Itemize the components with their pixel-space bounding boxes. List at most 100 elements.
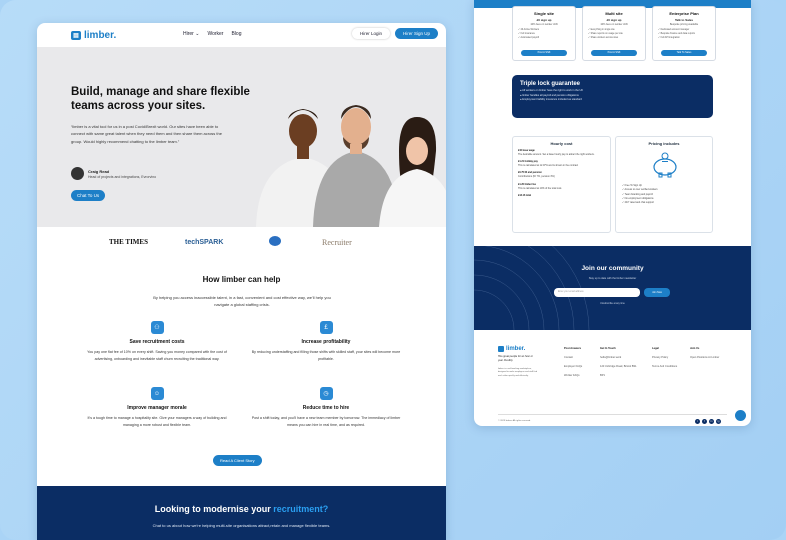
the-times-logo: THE TIMES: [109, 238, 148, 246]
hourly-cost-card: Hourly cost £10 base wage The desirable a…: [512, 136, 611, 233]
footer-link[interactable]: Terms And Conditions: [652, 365, 677, 368]
logo-icon: [498, 346, 504, 352]
plan-card-single-site: Single site £0 sign up 10% fees on worke…: [512, 6, 576, 61]
cost-line: £0.75 NI and pension Contributions (NI 7%…: [518, 171, 555, 179]
feature-desc: Post a shift today, and you'll have a ne…: [251, 416, 401, 427]
team-icon: ⚇: [150, 321, 164, 334]
feature-desc: You pay one flat fee of 10% on every shi…: [87, 350, 227, 361]
feature-title: Increase profitability: [301, 339, 351, 345]
footer-link[interactable]: Employer FAQs: [564, 365, 582, 368]
person-name: Craig Read: [88, 168, 110, 174]
social-links: t f in ig: [695, 419, 721, 424]
plan-name: Multi site: [605, 11, 623, 16]
site-footer: limber. Hire great people for an hour or…: [474, 330, 751, 426]
newsletter-email-input[interactable]: Enter your email address: [554, 288, 640, 297]
avatar: [71, 167, 84, 180]
footer-col-post-answers: Post Answers Contact Employer FAQs Worke…: [564, 347, 583, 377]
person-role: Head of projects and integrations, Evror…: [88, 174, 157, 179]
landing-page-preview: ▤ limber. Hirer ⌄ Worker Blog Hirer Login…: [37, 23, 446, 540]
hirer-login-button[interactable]: Hirer Login: [351, 28, 390, 39]
smiley-icon: ☺: [150, 387, 164, 400]
linkedin-icon[interactable]: in: [709, 419, 714, 424]
footer-link[interactable]: hello@limber.work: [600, 356, 637, 359]
pricing-plans: Single site £0 sign up 10% fees on worke…: [512, 6, 716, 61]
top-nav: ▤ limber. Hirer ⌄ Worker Blog Hirer Login…: [37, 23, 446, 47]
plan-name: Enterprise Plan: [669, 11, 699, 16]
feature-time-to-hire: ◷ Reduce time to hire Post a shift today…: [251, 387, 401, 429]
hero-section: Build, manage and share flexible teams a…: [37, 47, 446, 227]
plan-price: £0 sign up: [606, 18, 622, 22]
footer-link[interactable]: Worker FAQs: [564, 374, 582, 377]
cost-line: £1.20 limber fee This is calculated at 10…: [518, 182, 562, 190]
triple-lock-guarantee: Triple lock guarantee ● All workers on l…: [512, 75, 713, 118]
nav-blog[interactable]: Blog: [231, 31, 241, 37]
brand-logo[interactable]: ▤ limber.: [71, 30, 116, 41]
community-title: Join our community: [581, 265, 644, 272]
chat-to-us-button[interactable]: Chat To Us: [71, 190, 106, 201]
footer-tagline: Hire great people for an hour or year. F…: [498, 355, 533, 362]
recruiter-logo: Recruiter: [322, 237, 352, 247]
footer-col-legal: Legal Privacy Policy Terms And Condition…: [652, 347, 678, 368]
footer-col-join-us: Join Us Open Positions At Limber: [690, 347, 720, 359]
hero-quote: “limber is a vital tool for us in a post…: [71, 124, 222, 144]
feature-save-costs: ⚇ Save recruitment costs You pay one fla…: [82, 321, 232, 363]
plan-features: ✓ Everything in single site ✓ Share repor…: [588, 29, 623, 40]
guarantee-items: ● All workers on limber have the right t…: [520, 89, 584, 102]
plan-sub: 10% fees on worker shift: [600, 23, 628, 26]
plan-card-multi-site: Multi site £0 sign up 10% fees on worker…: [582, 6, 646, 61]
feature-profitability: £ Increase profitability By reducing und…: [251, 321, 401, 363]
post-shift-button[interactable]: Post A Shift: [591, 50, 637, 56]
feature-title: Improve manager morale: [127, 405, 187, 411]
pound-icon: £: [319, 321, 333, 334]
nav-hirer[interactable]: Hirer ⌄: [183, 31, 199, 37]
piggy-bank-icon: [653, 152, 677, 178]
cost-line: £1.21 holiday pay This is calculated at 1…: [518, 160, 579, 168]
read-client-story-button[interactable]: Read A Client Story: [213, 455, 262, 466]
section-subtitle: By helping you access inaccessible talen…: [153, 295, 331, 307]
pricing-includes-card: Pricing includes ✓ Free To Sign Up ✓ Acc…: [615, 136, 713, 233]
pricing-items: ✓ Free To Sign Up ✓ Access to over verif…: [622, 184, 658, 205]
footer-link[interactable]: Privacy Policy: [652, 356, 677, 359]
stopwatch-icon: ◷: [319, 387, 333, 400]
guarantee-title: Triple lock guarantee: [520, 81, 581, 87]
plan-price: Talk to Sales: [674, 18, 694, 22]
feature-title: Save recruitment costs: [129, 339, 185, 345]
logo-icon: ▤: [71, 30, 81, 40]
pricing-page-preview: Single site £0 sign up 10% fees on worke…: [474, 0, 751, 426]
feature-desc: It's a tough time to manage a hospitalit…: [87, 416, 227, 427]
plan-features: ✓ 20 Active Workers ✓ Full insurance ✓ Aut…: [518, 29, 540, 40]
footer-description: limber is a self-working marketplace, de…: [498, 368, 538, 377]
post-shift-button[interactable]: Post A Shift: [521, 50, 567, 56]
badge-logo-icon: [269, 236, 281, 246]
footer-logo[interactable]: limber.: [498, 346, 525, 352]
community-subtitle: Stay up to date with the limber newslett…: [588, 277, 637, 280]
modernise-cta-banner: Looking to modernise your recruitment? C…: [37, 486, 446, 540]
nav-worker[interactable]: Worker: [207, 31, 223, 37]
logo-text: limber.: [84, 29, 117, 41]
twitter-icon[interactable]: t: [695, 419, 700, 424]
unsubscribe-note: Unsubscribe at any time: [600, 303, 625, 305]
footer-link[interactable]: Contact: [564, 356, 582, 359]
cost-line: £10 base wage The desirable amount. Set a…: [518, 149, 595, 157]
plan-price: £0 sign up: [536, 18, 552, 22]
plan-card-enterprise: Enterprise Plan Talk to Sales Bespoke pr…: [652, 6, 716, 61]
plan-sub: 10% fees on worker shift: [530, 23, 558, 26]
techspark-logo: techSPARK: [185, 238, 224, 246]
hero-title: Build, manage and share flexible teams a…: [71, 86, 250, 112]
feature-title: Reduce time to hire: [302, 405, 350, 411]
feature-morale: ☺ Improve manager morale It's a tough ti…: [82, 387, 232, 429]
plan-name: Single site: [533, 11, 554, 16]
join-now-button[interactable]: Join Now: [644, 288, 670, 297]
instagram-icon[interactable]: ig: [716, 419, 721, 424]
facebook-icon[interactable]: f: [702, 419, 707, 424]
hirer-signup-button[interactable]: Hirer Sign Up: [394, 28, 438, 39]
talk-to-sales-button[interactable]: Talk To Sales: [661, 50, 707, 56]
chat-widget-button[interactable]: [735, 410, 746, 421]
footer-link[interactable]: Open Positions At Limber: [690, 356, 719, 359]
footer-link: BP1: [600, 374, 605, 377]
cta-desc: Chat to us about how we're helping multi…: [152, 523, 331, 528]
copyright: © 2023 limber. All rights reserved.: [498, 420, 531, 422]
plan-features: ✓ Dedicated account manager ✓ Bespoke fin…: [658, 29, 695, 40]
footer-link: 123 Uxbridge Road, Bristol BS1: [600, 365, 637, 368]
hourly-title: Hourly cost: [550, 141, 573, 146]
